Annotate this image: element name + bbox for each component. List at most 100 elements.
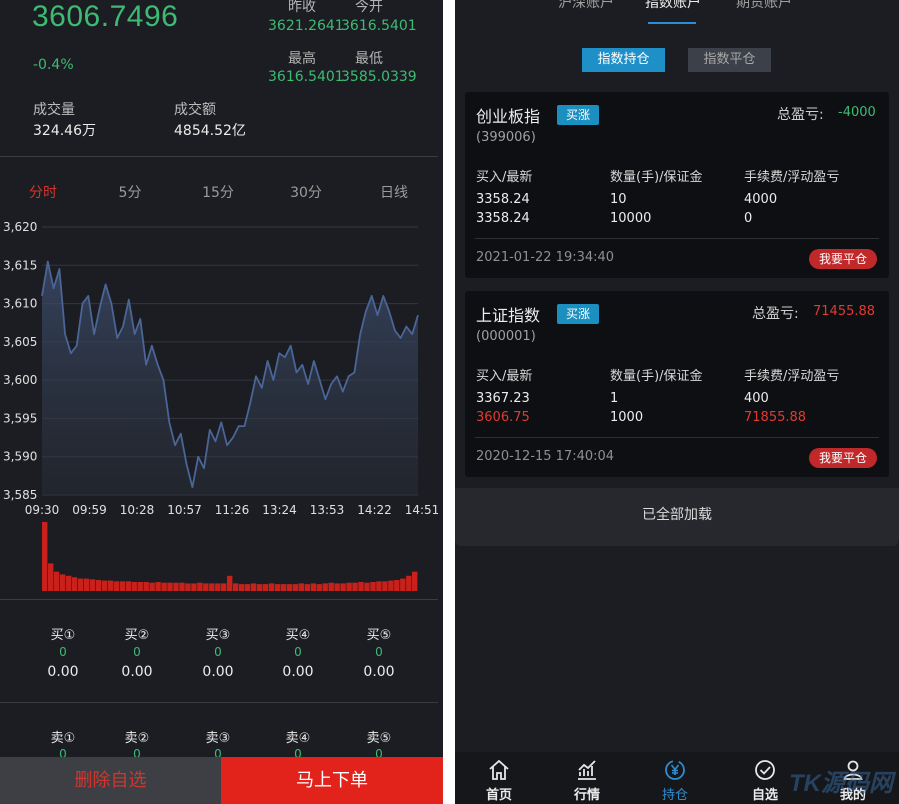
y-tick-label: 3,610	[3, 297, 37, 311]
volume-bar	[221, 583, 227, 591]
prev-close-value: 3621.2641	[268, 18, 344, 34]
volume-bar	[42, 522, 48, 591]
x-tick-label: 11:26	[215, 503, 250, 517]
buy-level-label: 买③	[205, 628, 231, 643]
tab-futures-account[interactable]: 期货账户	[736, 0, 792, 12]
tab-period-daily[interactable]: 日线	[369, 182, 419, 202]
buy-level-qty: 0	[133, 645, 141, 659]
watermark: TK源码网	[789, 770, 893, 797]
sell-level-label: 卖②	[124, 731, 150, 746]
buy-level-price: 0.00	[121, 664, 153, 680]
fee: 4000	[744, 192, 778, 207]
margin: 10000	[610, 211, 652, 226]
nav-home[interactable]: 首页	[459, 752, 539, 804]
buy-level-price: 0.00	[202, 664, 234, 680]
col-header-price: 买入/最新	[476, 369, 533, 384]
volume-bar	[286, 584, 293, 591]
buy-level-label: 买⑤	[366, 628, 392, 643]
volume-bar	[101, 580, 108, 591]
tab-shanghai-shenzhen-account[interactable]: 沪深账户	[558, 0, 614, 12]
y-tick-label: 3,615	[3, 258, 37, 272]
col-header-quantity: 数量(手)/保证金	[610, 369, 703, 384]
y-tick-label: 3,620	[3, 220, 37, 234]
col-header-fee: 手续费/浮动盈亏	[744, 369, 840, 384]
buy-level-qty: 0	[294, 645, 302, 659]
quantity: 1	[610, 391, 619, 406]
divider	[0, 599, 438, 600]
quantity: 10	[610, 192, 627, 207]
direction-tag: 买涨	[557, 304, 599, 324]
turnover-value: 4854.52亿	[174, 123, 246, 139]
total-pl-value: 71455.88	[813, 304, 876, 319]
y-tick-label: 3,595	[3, 411, 37, 425]
volume-bar	[227, 575, 233, 591]
y-tick-label: 3,605	[3, 335, 37, 349]
total-pl-label: 总盈亏:	[752, 306, 799, 322]
chart-icon	[578, 760, 596, 780]
buy-price: 3358.24	[476, 192, 530, 207]
volume-bar	[358, 582, 364, 591]
volume-bar	[149, 582, 155, 591]
tab-period-15min[interactable]: 15分	[193, 182, 243, 202]
x-tick-label: 14:22	[357, 503, 392, 517]
tab-period-5min[interactable]: 5分	[105, 182, 155, 202]
volume-bar	[77, 578, 84, 591]
volume-bar	[197, 582, 203, 591]
volume-label: 成交量	[33, 102, 75, 118]
active-tab-indicator	[648, 22, 696, 24]
quote-panel: 3606.7496 -0.4% 昨收 今开 3621.2641 3616.540…	[0, 0, 443, 804]
volume-bar	[340, 583, 346, 591]
check-circle-icon	[755, 760, 775, 780]
volume-bar	[119, 581, 125, 591]
x-tick-label: 13:24	[262, 503, 297, 517]
high-label: 最高	[288, 51, 316, 67]
y-tick-label: 3,590	[3, 450, 37, 464]
all-loaded-message: 已全部加载	[455, 488, 899, 546]
nav-market[interactable]: 行情	[547, 752, 627, 804]
volume-bar	[185, 583, 191, 591]
volume-bar	[143, 582, 149, 591]
close-position-button[interactable]: 我要平仓	[809, 249, 877, 269]
index-name: 上证指数	[476, 306, 541, 325]
remove-watchlist-button[interactable]: 删除自选	[0, 757, 221, 804]
index-code: (000001)	[476, 329, 536, 344]
volume-bar	[53, 571, 60, 591]
buy-level-price: 0.00	[47, 664, 79, 680]
divider	[475, 238, 879, 239]
buy-price: 3367.23	[476, 391, 530, 406]
volume-bar	[382, 581, 388, 591]
volume-bar	[167, 582, 173, 591]
open-label: 今开	[355, 0, 383, 15]
order-now-button[interactable]: 马上下单	[221, 757, 443, 804]
volume-bar	[107, 580, 114, 591]
buy-level-label: 买④	[285, 628, 311, 643]
current-price: 3606.7496	[32, 0, 179, 33]
sell-level-label: 卖⑤	[366, 731, 392, 746]
turnover-label: 成交额	[174, 102, 216, 118]
y-tick-label: 3,600	[3, 373, 37, 387]
col-header-fee: 手续费/浮动盈亏	[744, 170, 840, 185]
x-tick-label: 10:28	[120, 503, 155, 517]
total-pl-label: 总盈亏:	[777, 107, 824, 123]
sell-level-label: 卖④	[285, 731, 311, 746]
price-area	[42, 261, 418, 495]
col-header-quantity: 数量(手)/保证金	[610, 170, 703, 185]
volume-bar	[89, 579, 96, 591]
tab-index-closed[interactable]: 指数平仓	[688, 48, 771, 72]
volume-bar	[59, 574, 66, 591]
volume-bar	[155, 582, 161, 591]
tab-period-intraday[interactable]: 分时	[18, 182, 68, 202]
nav-label: 首页	[485, 788, 512, 803]
nav-holdings[interactable]: 持仓	[635, 752, 715, 804]
tab-index-holding[interactable]: 指数持仓	[582, 48, 665, 72]
volume-bar	[209, 583, 215, 591]
volume-bar	[322, 583, 328, 591]
change-percent: -0.4%	[33, 57, 74, 73]
tab-index-account[interactable]: 指数账户	[645, 0, 701, 12]
buy-level-price: 0.00	[282, 664, 314, 680]
open-time: 2021-01-22 19:34:40	[476, 250, 615, 265]
volume-bar	[191, 583, 197, 591]
volume-bar	[298, 583, 304, 591]
close-position-button[interactable]: 我要平仓	[809, 448, 877, 468]
tab-period-30min[interactable]: 30分	[281, 182, 331, 202]
